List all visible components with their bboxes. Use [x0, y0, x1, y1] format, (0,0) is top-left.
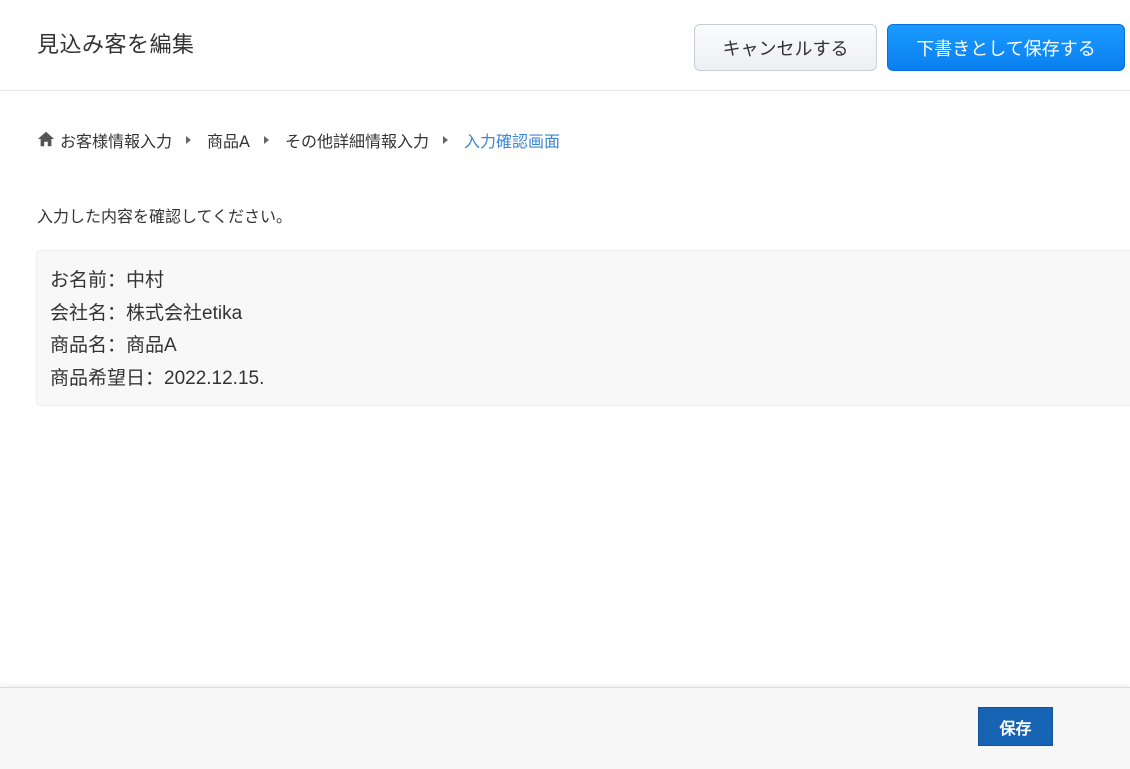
- page-title: 見込み客を編集: [37, 33, 195, 58]
- confirm-desired-date: 商品希望日：2022.12.15.: [50, 367, 265, 389]
- confirm-name: お名前：中村: [50, 270, 165, 291]
- breadcrumb-item-confirm: 入力確認画面: [463, 132, 560, 151]
- instruction-text: 入力した内容を確認してください。: [37, 207, 293, 226]
- breadcrumb: お客様情報入力 商品A その他詳細情報入力 入力確認画面: [37, 128, 560, 152]
- save-button[interactable]: 保存: [978, 707, 1053, 746]
- save-draft-button[interactable]: 下書きとして保存する: [887, 24, 1125, 71]
- cancel-button[interactable]: キャンセルする: [694, 24, 877, 71]
- breadcrumb-label: お客様情報入力: [60, 132, 173, 151]
- footer-bar: 保存: [0, 687, 1130, 769]
- chevron-right-icon: [442, 136, 448, 144]
- page-header: 見込み客を編集 キャンセルする 下書きとして保存する: [0, 0, 1130, 91]
- confirmation-panel: お名前：中村 会社名：株式会社etika 商品名：商品A 商品希望日：2022.…: [36, 250, 1130, 406]
- breadcrumb-item-other-details[interactable]: その他詳細情報入力: [285, 128, 429, 152]
- breadcrumb-item-product[interactable]: 商品A: [207, 128, 250, 152]
- chevron-right-icon: [263, 136, 269, 144]
- chevron-right-icon: [186, 136, 192, 144]
- home-icon: [37, 131, 55, 146]
- confirm-company: 会社名：株式会社etika: [50, 302, 243, 324]
- breadcrumb-item-customer-info[interactable]: お客様情報入力: [37, 128, 172, 152]
- confirm-product: 商品名：商品A: [50, 335, 177, 356]
